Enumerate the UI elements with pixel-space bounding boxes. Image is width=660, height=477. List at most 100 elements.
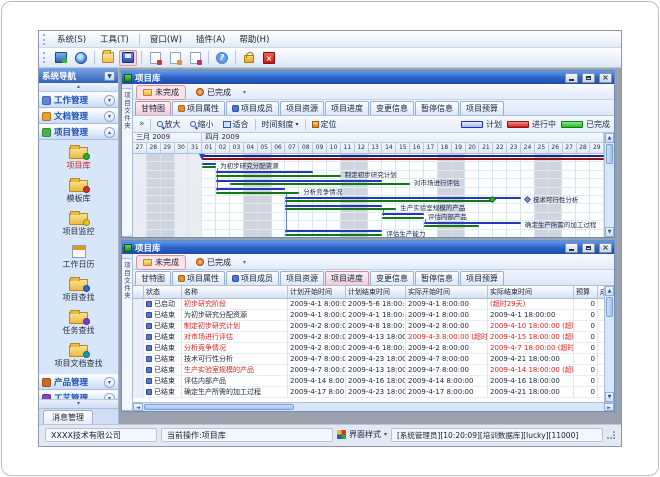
sidebar-item-work-calendar[interactable]: 工作日历 xyxy=(39,241,118,274)
tab-properties[interactable]: 项目属性 xyxy=(172,271,225,285)
interface-style-button[interactable]: 界面样式 xyxy=(337,429,387,440)
table-row[interactable]: 已启动初步研究阶段2009-4-1 8:00:002009-5-6 18:00:… xyxy=(133,299,604,310)
chevron-down-icon[interactable] xyxy=(104,111,115,122)
zoom-in-button[interactable]: 放大 xyxy=(154,118,184,131)
plan-bar[interactable] xyxy=(285,230,382,232)
table-row[interactable]: 已结束技术可行性分析2009-4-7 8:00:002009-4-23 18:0… xyxy=(133,354,604,365)
plan-bar[interactable] xyxy=(202,155,604,157)
table-row[interactable]: 已结束为初步研究分配资源2009-4-1 8:00:002009-4-1 18:… xyxy=(133,310,604,321)
exit-icon[interactable] xyxy=(260,50,278,66)
column-header-6[interactable]: 实际结束时间 xyxy=(488,286,574,299)
plan-bar[interactable] xyxy=(202,163,216,165)
chevron-down-icon[interactable] xyxy=(104,377,115,388)
column-header-3[interactable]: 计划开始时间 xyxy=(288,286,346,299)
sidebar-group-product-mgmt[interactable]: 产品管理 xyxy=(39,374,118,390)
report-orange-icon[interactable] xyxy=(166,50,184,66)
plan-bar[interactable] xyxy=(216,180,382,182)
menu-item-tools[interactable]: 工具(T) xyxy=(93,32,136,46)
sidebar-item-template-library[interactable]: 模板库 xyxy=(39,175,118,208)
tab-budget[interactable]: 项目预算 xyxy=(460,101,504,115)
plan-bar[interactable] xyxy=(382,213,424,215)
time-scale-button[interactable]: 时间刻度 xyxy=(259,118,302,131)
sidebar-more-button[interactable] xyxy=(39,399,118,408)
tab-members[interactable]: 项目成员 xyxy=(226,101,279,115)
actual-bar[interactable] xyxy=(216,175,341,177)
view-tab-overflow-button[interactable] xyxy=(243,89,246,96)
side-tab-project-folder[interactable]: 项目文件夹 xyxy=(122,254,133,411)
zoom-out-button[interactable]: 缩小 xyxy=(187,118,217,131)
tab-changes[interactable]: 变更信息 xyxy=(370,271,414,285)
tab-progress[interactable]: 项目进度 xyxy=(325,101,369,115)
tab-properties[interactable]: 项目属性 xyxy=(172,101,225,115)
table-row[interactable]: 已结束确定生产所需的加工过程2009-4-17 8:00:002009-4-23… xyxy=(133,387,604,398)
report-red-icon[interactable] xyxy=(146,50,164,66)
actual-bar[interactable] xyxy=(285,208,396,210)
plan-bar[interactable] xyxy=(285,197,521,199)
tab-pauses[interactable]: 暂停信息 xyxy=(415,101,459,115)
actual-bar[interactable] xyxy=(382,217,424,219)
menu-item-plugins[interactable]: 插件(A) xyxy=(189,32,232,46)
tab-resources[interactable]: 项目资源 xyxy=(280,271,324,285)
close-button[interactable] xyxy=(599,243,612,253)
minimize-button[interactable] xyxy=(565,243,578,253)
minimize-button[interactable] xyxy=(565,73,578,83)
lock-icon[interactable] xyxy=(240,50,258,66)
close-button[interactable] xyxy=(599,73,612,83)
chevron-down-icon[interactable] xyxy=(104,95,115,106)
tab-budget[interactable]: 项目预算 xyxy=(460,271,504,285)
plan-bar[interactable] xyxy=(216,171,313,173)
tab-message-management[interactable]: 消息管理 xyxy=(43,410,93,424)
fit-button[interactable]: 适合 xyxy=(220,118,252,131)
scroll-up-button[interactable] xyxy=(605,133,614,143)
side-tab-project-folder[interactable]: 项目文件夹 xyxy=(122,84,133,237)
column-header-0[interactable] xyxy=(133,286,144,299)
table-horizontal-scrollbar[interactable] xyxy=(133,402,614,411)
tab-members[interactable]: 项目成员 xyxy=(226,271,279,285)
sidebar-group-doc-mgmt[interactable]: 文档管理 xyxy=(39,108,118,124)
tab-gantt[interactable]: 甘特图 xyxy=(135,101,171,115)
window-titlebar[interactable]: 项目库 xyxy=(122,241,614,254)
plan-bar[interactable] xyxy=(285,205,382,207)
view-tab-incomplete[interactable]: 未完成 xyxy=(136,255,186,270)
locate-button[interactable]: 定位 xyxy=(309,118,340,131)
computer-icon[interactable] xyxy=(52,50,70,66)
table-row[interactable]: 已结束分析竞争情况2009-4-2 8:00:002009-4-6 18:00:… xyxy=(133,343,604,354)
column-header-5[interactable]: 实际开始时间 xyxy=(406,286,488,299)
scroll-up-button[interactable] xyxy=(605,286,614,296)
resize-grip[interactable] xyxy=(607,431,615,439)
pin-icon[interactable] xyxy=(104,71,115,81)
sidebar-group-work-mgmt[interactable]: 工作管理 xyxy=(39,92,118,108)
scroll-down-button[interactable] xyxy=(605,227,614,237)
column-header-2[interactable]: 名称 xyxy=(182,286,288,299)
table-row[interactable]: 已结束制定初步研究计划2009-4-2 8:00:002009-4-8 18:0… xyxy=(133,321,604,332)
tab-progress[interactable]: 项目进度 xyxy=(325,271,369,285)
scroll-thumb[interactable] xyxy=(144,404,294,410)
sidebar-item-project-monitor[interactable]: 项目监控 xyxy=(39,208,118,241)
sidebar-item-project-library[interactable]: 项目库 xyxy=(39,142,118,175)
scroll-right-button[interactable] xyxy=(604,403,614,411)
view-tab-overflow-button[interactable] xyxy=(243,259,246,266)
view-tab-incomplete[interactable]: 未完成 xyxy=(136,85,186,100)
maximize-button[interactable] xyxy=(582,73,595,83)
actual-bar[interactable] xyxy=(202,166,216,168)
view-tab-complete[interactable]: 已完成 xyxy=(189,255,238,270)
report-pink-icon[interactable] xyxy=(186,50,204,66)
view-tab-complete[interactable]: 已完成 xyxy=(189,85,238,100)
table-vertical-scrollbar[interactable] xyxy=(604,286,614,402)
scroll-down-button[interactable] xyxy=(605,392,614,402)
table-row[interactable]: 已结束对市场进行评估2009-4-2 8:00:002009-4-13 18:0… xyxy=(133,332,604,343)
scroll-left-button[interactable] xyxy=(133,403,143,411)
table-row[interactable]: 已结束生产实验室规模的产品2009-4-7 8:00:002009-4-13 1… xyxy=(133,365,604,376)
column-header-7[interactable]: 预算 xyxy=(574,286,598,299)
sidebar-item-task-search[interactable]: 任务查找 xyxy=(39,307,118,340)
sidebar-item-project-search[interactable]: 项目查找 xyxy=(39,274,118,307)
column-header-4[interactable]: 计划结束时间 xyxy=(346,286,406,299)
actual-bar[interactable] xyxy=(285,234,382,236)
open-folder-icon[interactable] xyxy=(99,50,117,66)
plan-bar[interactable] xyxy=(216,188,285,190)
plan-bar[interactable] xyxy=(424,222,521,224)
menu-item-help[interactable]: 帮助(H) xyxy=(232,32,276,46)
menu-item-system[interactable]: 系统(S) xyxy=(50,32,93,46)
window-titlebar[interactable]: 项目库 xyxy=(122,71,614,84)
tab-changes[interactable]: 变更信息 xyxy=(370,101,414,115)
